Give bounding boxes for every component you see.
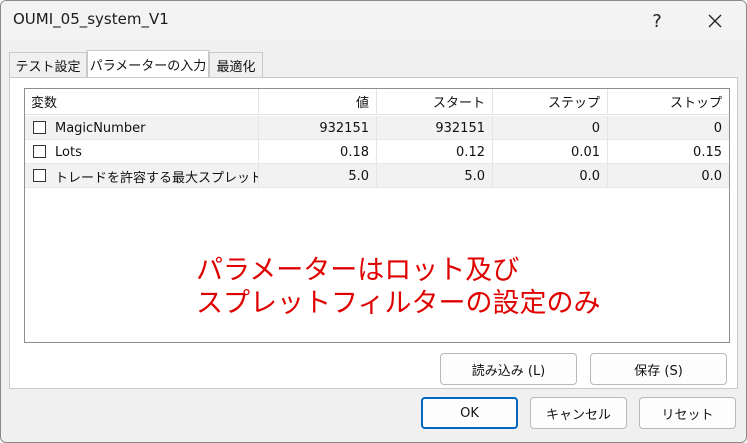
stop-cell[interactable]: 0.15 — [608, 140, 729, 164]
step-cell[interactable]: 0.0 — [493, 164, 608, 188]
cancel-button[interactable]: キャンセル — [530, 397, 627, 429]
save-button[interactable]: 保存 (S) — [590, 353, 727, 385]
table-row[interactable]: Lots 0.18 0.12 0.01 0.15 — [25, 140, 729, 164]
stop-cell[interactable]: 0 — [608, 116, 729, 140]
help-button[interactable]: ? — [637, 5, 677, 37]
window-title: OUMI_05_system_V1 — [13, 10, 169, 28]
start-cell[interactable]: 5.0 — [377, 164, 493, 188]
tab-label: 最適化 — [216, 59, 256, 75]
value-cell[interactable]: 5.0 — [259, 164, 377, 188]
column-header-step[interactable]: ステップ — [493, 89, 608, 115]
tab-optimization[interactable]: 最適化 — [209, 52, 263, 77]
tab-label: パラメーターの入力 — [89, 58, 207, 74]
dialog-window: OUMI_05_system_V1 ? テスト設定 パラメーターの入力 最適化 … — [0, 0, 747, 443]
row-checkbox[interactable] — [33, 145, 46, 158]
stop-cell[interactable]: 0.0 — [608, 164, 729, 188]
tab-label: テスト設定 — [15, 59, 81, 75]
close-button[interactable] — [695, 5, 735, 37]
load-button[interactable]: 読み込み (L) — [440, 353, 577, 385]
close-icon — [708, 14, 722, 28]
variable-name: MagicNumber — [55, 120, 146, 136]
start-cell[interactable]: 0.12 — [377, 140, 493, 164]
variable-name-cell: MagicNumber — [25, 116, 259, 140]
variable-name-cell: トレードを許容する最大スプレッド... — [25, 164, 259, 188]
reset-button[interactable]: リセット — [639, 397, 736, 429]
row-checkbox[interactable] — [33, 169, 46, 182]
value-cell[interactable]: 0.18 — [259, 140, 377, 164]
red-annotation-text: パラメーターはロット及び スプレットフィルターの設定のみ — [196, 255, 601, 319]
variable-name: Lots — [55, 144, 82, 160]
title-bar: OUMI_05_system_V1 ? — [1, 1, 746, 41]
row-checkbox[interactable] — [33, 121, 46, 134]
step-cell[interactable]: 0.01 — [493, 140, 608, 164]
step-cell[interactable]: 0 — [493, 116, 608, 140]
help-icon: ? — [652, 10, 662, 32]
tab-parameter-input[interactable]: パラメーターの入力 — [87, 50, 209, 77]
column-header-start[interactable]: スタート — [377, 89, 493, 115]
column-header-variable[interactable]: 変数 — [25, 89, 259, 115]
value-cell[interactable]: 932151 — [259, 116, 377, 140]
column-header-stop[interactable]: ストップ — [608, 89, 729, 115]
start-cell[interactable]: 932151 — [377, 116, 493, 140]
table-row[interactable]: トレードを許容する最大スプレッド... 5.0 5.0 0.0 0.0 — [25, 164, 729, 188]
ok-button[interactable]: OK — [421, 397, 518, 429]
variable-name: トレードを許容する最大スプレッド... — [55, 170, 259, 186]
table-row[interactable]: MagicNumber 932151 932151 0 0 — [25, 116, 729, 140]
column-header-value[interactable]: 値 — [259, 89, 377, 115]
tab-test-settings[interactable]: テスト設定 — [9, 52, 87, 77]
variable-name-cell: Lots — [25, 140, 259, 164]
